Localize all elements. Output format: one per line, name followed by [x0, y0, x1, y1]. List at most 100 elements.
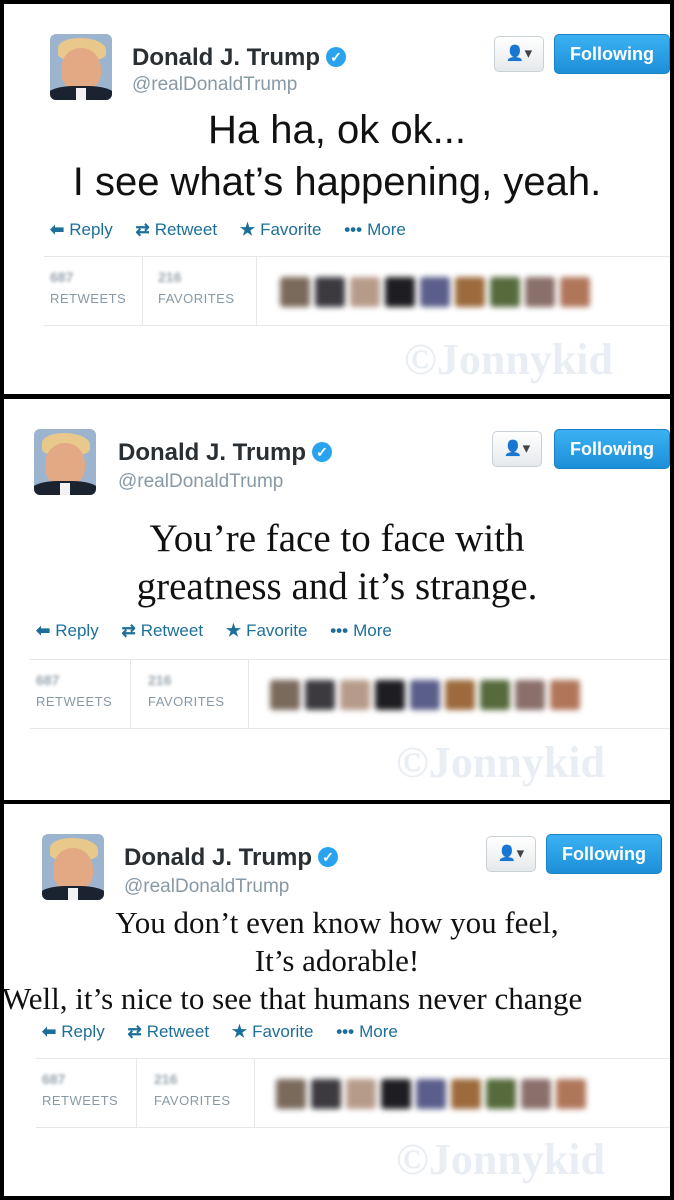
- favoriter-avatar[interactable]: [515, 680, 545, 710]
- tweet-card-1: Donald J. Trump ✓ @realDonaldTrump 👤▾ Fol…: [4, 4, 670, 394]
- retweet-label: Retweet: [140, 621, 204, 640]
- divider: [142, 257, 143, 325]
- favorite-label: Favorite: [252, 1022, 314, 1041]
- reply-button[interactable]: ⬅ Reply: [42, 1022, 105, 1041]
- more-label: More: [353, 621, 392, 640]
- retweet-button[interactable]: ⇄ Retweet: [135, 220, 217, 239]
- favorites-count: 216: [154, 1071, 178, 1087]
- stats-row: 687 RETWEETS 216 FAVORITES: [30, 659, 670, 729]
- following-button[interactable]: Following: [546, 834, 662, 874]
- stats-row: 687 RETWEETS 216 FAVORITES: [36, 1058, 670, 1128]
- watermark: ©Jonnykid: [404, 335, 613, 384]
- favoriter-avatar[interactable]: [521, 1079, 551, 1109]
- reply-arrow-icon: ⬅: [50, 220, 65, 239]
- display-name[interactable]: Donald J. Trump: [132, 44, 320, 71]
- star-icon: ★: [225, 621, 242, 640]
- ellipsis-icon: •••: [330, 621, 349, 640]
- favoriter-avatar[interactable]: [350, 277, 380, 307]
- favoriter-avatar[interactable]: [375, 680, 405, 710]
- retweet-icon: ⇄: [121, 621, 136, 640]
- favoriter-avatar[interactable]: [340, 680, 370, 710]
- reply-button[interactable]: ⬅ Reply: [50, 220, 113, 239]
- more-button[interactable]: ••• More: [336, 1022, 398, 1041]
- tweet-card-3: Donald J. Trump ✓ @realDonaldTrump 👤▾ Fol…: [4, 804, 670, 1196]
- tweet-line: You don’t even know how you feel,: [115, 905, 559, 940]
- favorite-button[interactable]: ★ Favorite: [226, 621, 308, 640]
- favoriter-avatar[interactable]: [270, 680, 300, 710]
- favoriter-avatar[interactable]: [560, 277, 590, 307]
- favoriter-avatar[interactable]: [556, 1079, 586, 1109]
- retweets-label: RETWEETS: [36, 694, 113, 709]
- retweets-stat[interactable]: 687 RETWEETS: [42, 1071, 118, 1108]
- display-name-row: Donald J. Trump ✓: [124, 844, 339, 872]
- more-button[interactable]: ••• More: [344, 220, 406, 239]
- tweet-text: Ha ha, ok ok... I see what’s happening, …: [4, 104, 670, 208]
- favoriter-avatar[interactable]: [311, 1079, 341, 1109]
- reply-button[interactable]: ⬅ Reply: [36, 621, 99, 640]
- verified-badge-icon: ✓: [326, 47, 347, 67]
- favoriter-avatar[interactable]: [420, 277, 450, 307]
- handle[interactable]: @realDonaldTrump: [132, 74, 297, 96]
- ellipsis-icon: •••: [336, 1022, 355, 1041]
- favoriter-avatar[interactable]: [381, 1079, 411, 1109]
- avatar[interactable]: [50, 34, 112, 100]
- user-dropdown-button[interactable]: 👤▾: [494, 36, 544, 72]
- tweet-line: I see what’s happening, yeah.: [72, 160, 602, 204]
- retweet-button[interactable]: ⇄ Retweet: [121, 621, 203, 640]
- favoriter-avatar[interactable]: [280, 277, 310, 307]
- reply-label: Reply: [61, 1022, 105, 1041]
- more-button[interactable]: ••• More: [330, 621, 392, 640]
- tweet-actions: ⬅ Reply ⇄ Retweet ★ Favorite ••• More: [50, 220, 424, 240]
- retweets-label: RETWEETS: [50, 291, 127, 306]
- avatar[interactable]: [34, 429, 96, 495]
- favorites-stat[interactable]: 216 FAVORITES: [158, 269, 235, 306]
- favoriter-avatar[interactable]: [305, 680, 335, 710]
- handle[interactable]: @realDonaldTrump: [124, 876, 289, 898]
- favoriter-avatar[interactable]: [445, 680, 475, 710]
- avatar-shirt: [76, 88, 86, 100]
- favoriter-avatar[interactable]: [315, 277, 345, 307]
- retweet-label: Retweet: [154, 220, 218, 239]
- favoriter-avatar[interactable]: [455, 277, 485, 307]
- user-dropdown-button[interactable]: 👤▾: [486, 836, 536, 872]
- favorites-stat[interactable]: 216 FAVORITES: [154, 1071, 231, 1108]
- favoriter-avatar[interactable]: [410, 680, 440, 710]
- reply-arrow-icon: ⬅: [36, 621, 51, 640]
- favorite-button[interactable]: ★ Favorite: [232, 1022, 314, 1041]
- favoriter-avatar[interactable]: [276, 1079, 306, 1109]
- favoriter-avatar[interactable]: [451, 1079, 481, 1109]
- avatar[interactable]: [42, 834, 104, 900]
- tweet-actions: ⬅ Reply ⇄ Retweet ★ Favorite ••• More: [36, 621, 410, 641]
- handle[interactable]: @realDonaldTrump: [118, 471, 283, 493]
- avatar-shirt: [60, 483, 70, 495]
- following-button[interactable]: Following: [554, 34, 670, 74]
- watermark: ©Jonnykid: [396, 738, 605, 787]
- following-button[interactable]: Following: [554, 429, 670, 469]
- tweet-line: Ha ha, ok ok...: [208, 108, 466, 152]
- favoriter-avatar[interactable]: [525, 277, 555, 307]
- favorites-stat[interactable]: 216 FAVORITES: [148, 672, 225, 709]
- favoriter-avatar[interactable]: [416, 1079, 446, 1109]
- ellipsis-icon: •••: [344, 220, 363, 239]
- user-dropdown-icon: 👤▾: [505, 45, 533, 62]
- favoriter-avatar[interactable]: [550, 680, 580, 710]
- tweet-line: You’re face to face with: [149, 517, 525, 560]
- favoriter-avatar[interactable]: [486, 1079, 516, 1109]
- favoriter-avatar[interactable]: [490, 277, 520, 307]
- display-name[interactable]: Donald J. Trump: [124, 844, 312, 871]
- user-dropdown-button[interactable]: 👤▾: [492, 431, 542, 467]
- retweets-count: 687: [42, 1071, 66, 1087]
- retweet-icon: ⇄: [127, 1022, 142, 1041]
- favoriter-avatar[interactable]: [346, 1079, 376, 1109]
- favorite-button[interactable]: ★ Favorite: [240, 220, 322, 239]
- favoriter-avatar[interactable]: [480, 680, 510, 710]
- favoriters-avatars: [280, 277, 595, 312]
- favoriter-avatar[interactable]: [385, 277, 415, 307]
- favoriters-avatars: [270, 680, 585, 715]
- retweets-stat[interactable]: 687 RETWEETS: [36, 672, 112, 709]
- retweets-count: 687: [36, 672, 60, 688]
- display-name[interactable]: Donald J. Trump: [118, 439, 306, 466]
- favoriters-avatars: [276, 1079, 591, 1114]
- retweets-stat[interactable]: 687 RETWEETS: [50, 269, 126, 306]
- retweet-button[interactable]: ⇄ Retweet: [127, 1022, 209, 1041]
